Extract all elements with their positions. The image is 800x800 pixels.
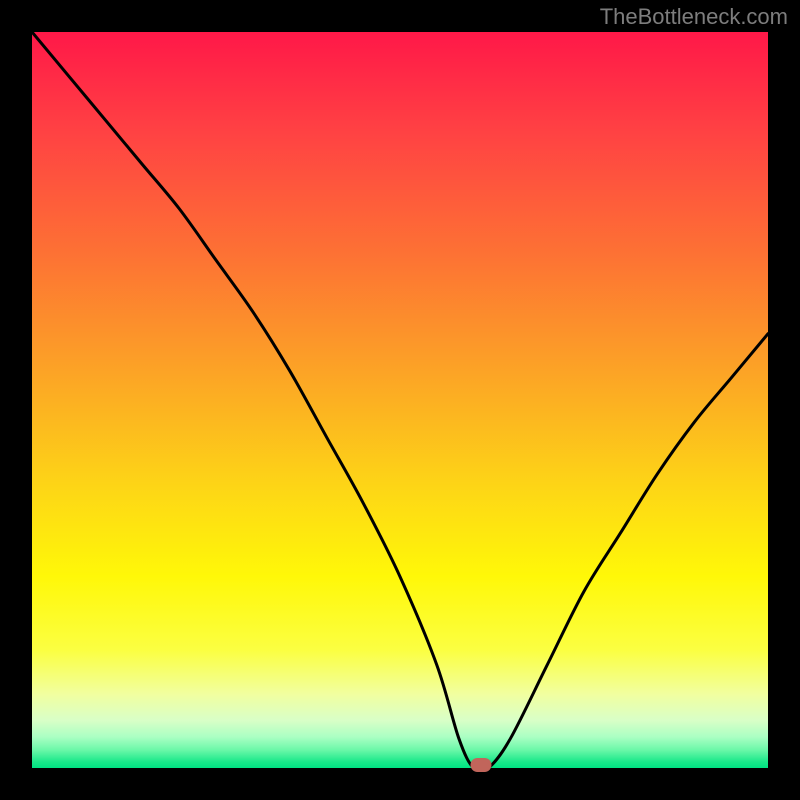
- plot-area: [32, 32, 768, 768]
- bottleneck-chart: [32, 32, 768, 768]
- gradient-background: [32, 32, 768, 768]
- attribution-label: TheBottleneck.com: [600, 4, 788, 30]
- chart-frame: TheBottleneck.com: [0, 0, 800, 800]
- optimal-point-marker: [470, 758, 491, 772]
